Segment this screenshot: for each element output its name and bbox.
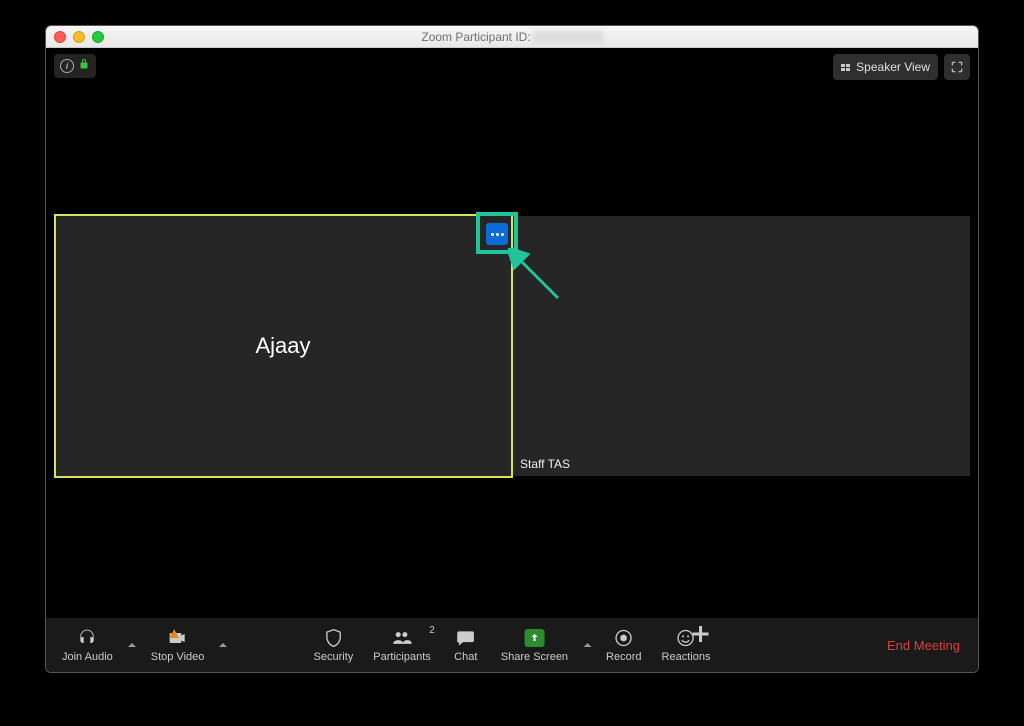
fullscreen-button[interactable] [944,54,970,80]
stop-video-button[interactable]: Stop Video [141,627,215,663]
zoom-window: Zoom Participant ID: i Speaker View Ajaa… [45,25,979,673]
window-zoom-button[interactable] [92,31,104,43]
speaker-view-button[interactable]: Speaker View [833,54,938,80]
reactions-button[interactable]: Reactions [652,627,721,663]
headphones-icon [77,627,97,649]
share-screen-button[interactable]: Share Screen [491,627,578,663]
shield-icon [323,627,343,649]
gallery-grid-icon [841,64,850,71]
window-titlebar: Zoom Participant ID: [46,26,978,48]
participant-name: Ajaay [255,333,310,359]
record-icon [614,627,634,649]
window-title: Zoom Participant ID: [46,30,978,44]
participants-count-badge: 2 [429,625,435,636]
audio-options-chevron[interactable] [123,640,141,650]
security-button[interactable]: Security [304,627,364,663]
share-screen-icon [524,629,544,647]
participant-tile-self[interactable]: Ajaay [54,216,512,476]
meeting-toolbar: Join Audio Stop Video Security [46,618,978,672]
chat-button[interactable]: Chat [441,627,491,663]
record-button[interactable]: Record [596,627,651,663]
tile-more-button[interactable] [486,223,508,245]
encryption-lock-icon[interactable] [78,57,90,75]
participant-name-label: Staff TAS [516,456,574,472]
end-meeting-button[interactable]: End Meeting [875,638,972,653]
more-dots-icon [491,233,504,236]
window-minimize-button[interactable] [73,31,85,43]
meeting-info-icon[interactable]: i [60,59,74,73]
chat-bubble-icon [456,627,476,649]
share-options-chevron[interactable] [578,640,596,650]
speaker-view-label: Speaker View [856,60,930,74]
window-close-button[interactable] [54,31,66,43]
video-options-chevron[interactable] [214,640,232,650]
video-grid: Ajaay Staff TAS [54,216,970,476]
join-audio-button[interactable]: Join Audio [52,627,123,663]
participant-tile-other[interactable]: Staff TAS [512,216,970,476]
people-icon [392,627,412,649]
participants-button[interactable]: 2 Participants [363,627,440,663]
reactions-plus-icon [690,624,710,644]
video-warning-icon [169,629,179,638]
